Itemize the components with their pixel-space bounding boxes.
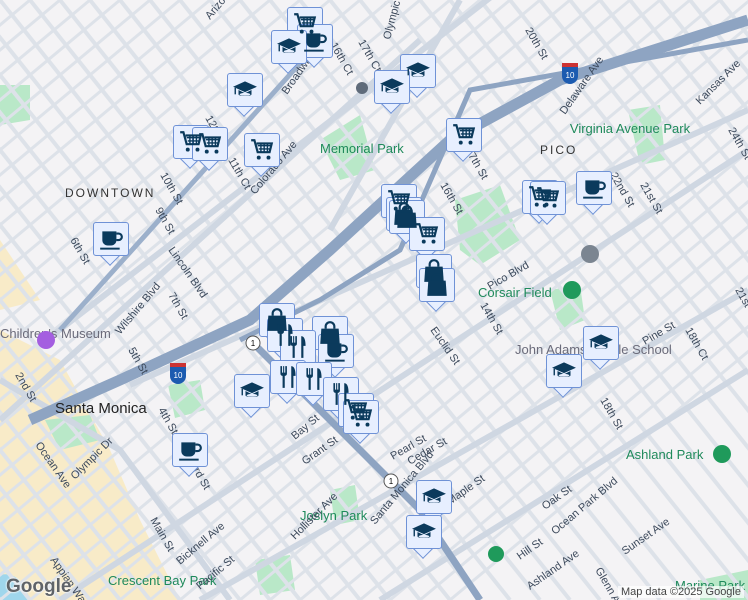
- school-marker[interactable]: [583, 326, 619, 370]
- map-attribution[interactable]: Map data ©2025 Google: [617, 586, 744, 598]
- school-icon: [404, 58, 432, 84]
- school-marker[interactable]: [234, 374, 270, 418]
- marker-body: [446, 118, 482, 152]
- cart-icon: [534, 185, 562, 211]
- cart-marker[interactable]: [446, 118, 482, 162]
- cart-marker[interactable]: [192, 127, 228, 171]
- cup-icon: [176, 437, 204, 463]
- marker-body: [530, 181, 566, 215]
- school-marker[interactable]: [546, 354, 582, 398]
- svg-text:10: 10: [174, 371, 183, 380]
- cart-marker[interactable]: [343, 400, 379, 444]
- park-label[interactable]: Memorial Park: [320, 141, 404, 156]
- marker-body: [280, 330, 316, 364]
- cart-icon: [450, 122, 478, 148]
- route-1-shield: 1: [245, 335, 261, 351]
- school-icon: [275, 34, 303, 60]
- cart-icon: [196, 131, 224, 157]
- marker-body: [409, 217, 445, 251]
- marker-body: [172, 433, 208, 467]
- school-icon: [238, 378, 266, 404]
- park-label[interactable]: Ashland Park: [626, 447, 704, 462]
- google-logo[interactable]: Google: [6, 576, 71, 598]
- cup-icon: [322, 338, 350, 364]
- neighborhood-label: DOWNTOWN: [65, 186, 155, 200]
- museum-icon[interactable]: [37, 331, 55, 349]
- park-tree-icon[interactable]: [713, 445, 731, 463]
- marker-body: [343, 400, 379, 434]
- svg-text:10: 10: [566, 71, 575, 80]
- bag-marker[interactable]: [419, 268, 455, 312]
- marker-body: [318, 334, 354, 368]
- route-10-shield: 10: [170, 363, 186, 384]
- street-label: Hill St: [515, 536, 545, 562]
- marker-body: [227, 73, 263, 107]
- fork-icon: [284, 334, 312, 360]
- svg-text:1: 1: [389, 477, 394, 486]
- school-marker[interactable]: [406, 515, 442, 559]
- neighborhood-label: PICO: [540, 143, 577, 157]
- marker-body: [271, 30, 307, 64]
- transit-icon[interactable]: [356, 82, 368, 94]
- marker-body: [419, 268, 455, 302]
- marker-body: [234, 374, 270, 408]
- school-icon: [231, 77, 259, 103]
- cup-marker[interactable]: [93, 222, 129, 266]
- cup-icon: [301, 28, 329, 54]
- cart-icon: [248, 137, 276, 163]
- school-poi-icon[interactable]: [581, 245, 599, 263]
- marker-body: [244, 133, 280, 167]
- cup-marker[interactable]: [576, 171, 612, 215]
- school-icon: [587, 330, 615, 356]
- marker-body: [416, 480, 452, 514]
- marker-body: [93, 222, 129, 256]
- school-icon: [550, 358, 578, 384]
- place-pin-icon[interactable]: [488, 546, 504, 562]
- cup-marker[interactable]: [172, 433, 208, 477]
- street-label: 18th Ct: [682, 326, 710, 363]
- school-icon: [420, 484, 448, 510]
- school-marker[interactable]: [374, 70, 410, 114]
- cart-marker[interactable]: [244, 133, 280, 177]
- fork-icon: [300, 366, 328, 392]
- marker-body: [576, 171, 612, 205]
- cup-icon: [97, 226, 125, 252]
- city-label: Santa Monica: [55, 400, 147, 417]
- marker-body: [406, 515, 442, 549]
- svg-text:1: 1: [251, 339, 256, 348]
- poi-label[interactable]: Children's Museum: [0, 326, 111, 341]
- cart-marker[interactable]: [530, 181, 566, 225]
- route-10-shield: 10: [562, 63, 578, 84]
- cart-icon: [347, 404, 375, 430]
- fork-icon: [274, 364, 302, 390]
- park-label[interactable]: Virginia Avenue Park: [570, 121, 691, 136]
- school-icon: [410, 519, 438, 545]
- marker-body: [192, 127, 228, 161]
- cup-icon: [580, 175, 608, 201]
- marker-body: [583, 326, 619, 360]
- school-marker[interactable]: [271, 30, 307, 74]
- stadium-icon[interactable]: [563, 281, 581, 299]
- cart-icon: [413, 221, 441, 247]
- marker-body: [374, 70, 410, 104]
- bag-icon: [423, 272, 451, 298]
- school-marker[interactable]: [227, 73, 263, 117]
- school-icon: [378, 74, 406, 100]
- marker-body: [546, 354, 582, 388]
